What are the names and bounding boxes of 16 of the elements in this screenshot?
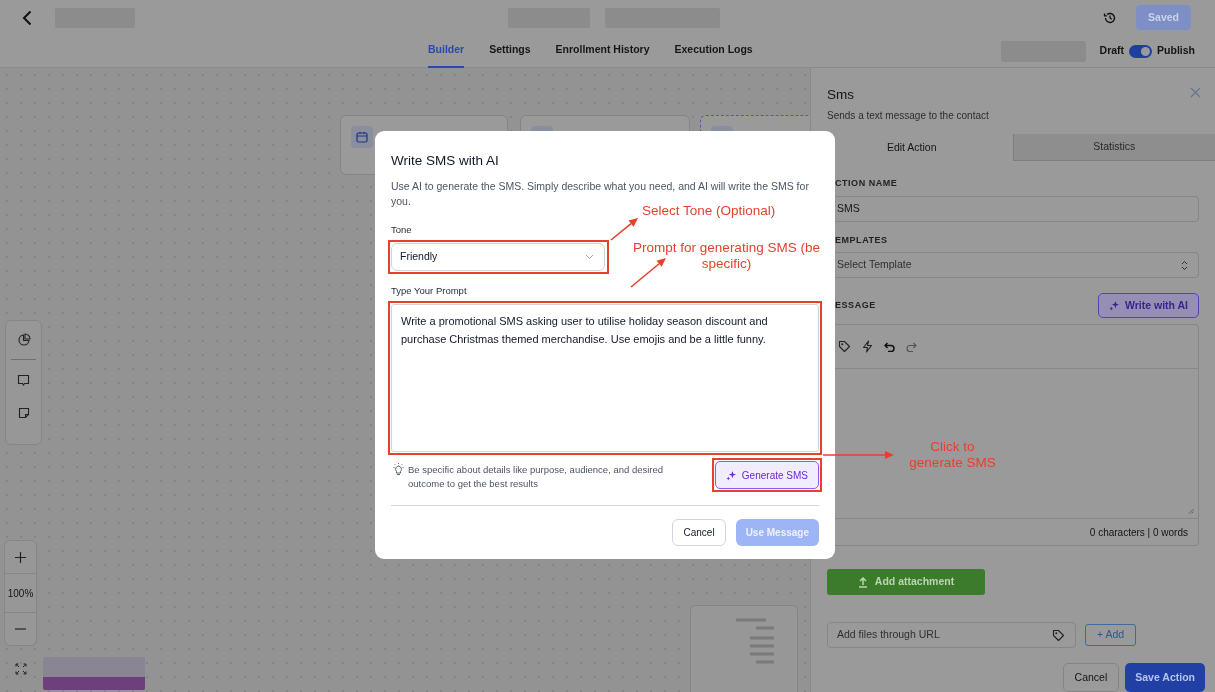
annotation-text: Select Tone (Optional) (642, 203, 776, 220)
annotation-text: Click to generate SMS (908, 439, 997, 472)
field-label: Type Your Prompt (391, 283, 467, 298)
annotation-text: Prompt for generating SMS (be specific) (632, 240, 821, 273)
toggle-label: Draft (1099, 43, 1125, 59)
field-label: CTION NAME (834, 177, 899, 190)
toggle-label: Publish (1157, 43, 1195, 59)
zoom-level: 100% (5, 573, 36, 613)
character-counter: 0 characters | 0 words (1089, 525, 1188, 540)
panel-title: Sms (827, 87, 855, 103)
field-label: Tone (391, 222, 412, 237)
field-label: EMPLATES (834, 233, 889, 247)
dialog-title: Write SMS with AI (391, 152, 500, 170)
field-label: ESSAGE (834, 298, 876, 312)
hint-text: Be specific about details like purpose, audience, and desired outcome to get the best results (408, 463, 665, 491)
panel-subtitle: Sends a text message to the contact (827, 109, 989, 123)
